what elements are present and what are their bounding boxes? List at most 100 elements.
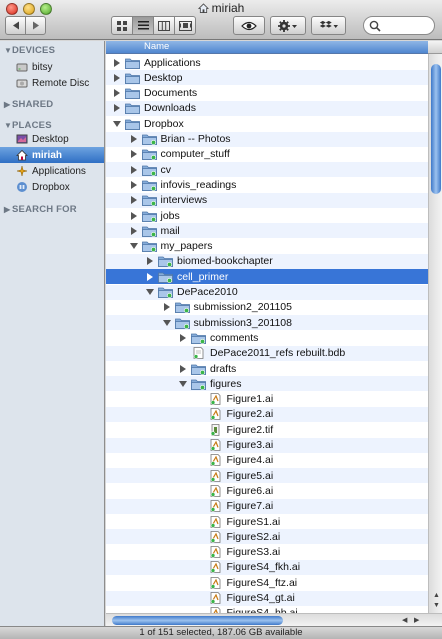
file-row[interactable]: Figure4.ai	[106, 453, 428, 468]
folder-row[interactable]: drafts	[106, 361, 428, 376]
expanded-triangle-icon[interactable]	[112, 119, 122, 129]
folder-row[interactable]: DePace2010	[106, 284, 428, 300]
file-row[interactable]: FigureS2.ai	[106, 529, 428, 545]
collapsed-triangle-icon[interactable]	[129, 134, 139, 144]
collapsed-triangle-icon[interactable]	[145, 272, 155, 282]
expanded-triangle-icon[interactable]	[178, 379, 188, 389]
forward-button[interactable]	[25, 16, 46, 35]
horizontal-scrollbar[interactable]: ◀ ▶	[106, 613, 442, 626]
window-title: miriah	[0, 1, 442, 15]
sidebar-section-search-for[interactable]: ▶ SEARCH FOR	[4, 204, 77, 215]
disk-icon	[16, 63, 28, 72]
file-row[interactable]: Figure5.ai	[106, 468, 428, 484]
collapsed-triangle-icon[interactable]	[112, 73, 122, 83]
folder-row[interactable]: Documents	[106, 86, 428, 101]
row-label: Figure1.ai	[226, 393, 274, 406]
sidebar-item-desktop[interactable]: Desktop	[0, 131, 104, 147]
folder-row[interactable]: submission2_201105	[106, 300, 428, 315]
sidebar-item-label: bitsy	[32, 61, 53, 73]
expanded-triangle-icon[interactable]	[129, 241, 139, 251]
collapsed-triangle-icon[interactable]	[129, 211, 139, 221]
folder-row[interactable]: biomed-bookchapter	[106, 253, 428, 269]
folder-row[interactable]: Applications	[106, 55, 428, 70]
scroll-up-arrow-icon[interactable]: ▲	[433, 592, 440, 599]
file-row[interactable]: FigureS4_gt.ai	[106, 590, 428, 606]
folder-row[interactable]: mail	[106, 223, 428, 239]
expanded-triangle-icon[interactable]	[145, 287, 155, 297]
file-row[interactable]: Figure2.ai	[106, 406, 428, 422]
column-view-button[interactable]	[153, 16, 175, 35]
file-row[interactable]: FigureS4_ftz.ai	[106, 575, 428, 590]
collapsed-triangle-icon[interactable]	[129, 165, 139, 175]
sidebar-section-shared[interactable]: ▶ SHARED	[4, 99, 53, 110]
coverflow-view-button[interactable]	[174, 16, 196, 35]
action-menu-button[interactable]	[270, 16, 306, 35]
collapsed-triangle-icon[interactable]	[162, 302, 172, 312]
collapsed-triangle-icon[interactable]	[129, 226, 139, 236]
collapsed-triangle-icon[interactable]	[178, 333, 188, 343]
folder-row[interactable]: jobs	[106, 208, 428, 223]
folder-row[interactable]: Brian -- Photos	[106, 131, 428, 147]
collapsed-triangle-icon[interactable]	[112, 58, 122, 68]
eye-icon	[241, 21, 257, 30]
icon-view-button[interactable]	[111, 16, 133, 35]
folder-row[interactable]: figures	[106, 376, 428, 392]
back-button[interactable]	[5, 16, 26, 35]
collapsed-triangle-icon[interactable]	[178, 364, 188, 374]
file-row[interactable]: Figure1.ai	[106, 392, 428, 407]
sidebar-item-remote-disc[interactable]: Remote Disc	[0, 75, 104, 91]
folder-row[interactable]: infovis_readings	[106, 177, 428, 192]
sidebar-item-miriah[interactable]: miriah	[0, 147, 104, 163]
folder-row[interactable]: submission3_201108	[106, 315, 428, 331]
horizontal-scroll-thumb[interactable]	[112, 616, 283, 625]
folder-row[interactable]: Desktop	[106, 70, 428, 86]
search-field[interactable]	[363, 16, 435, 35]
file-row[interactable]: DePace2011_refs rebuilt.bdb	[106, 345, 428, 361]
collapsed-triangle-icon[interactable]	[145, 256, 155, 266]
name-column-header[interactable]: Name	[106, 41, 428, 54]
folder-icon	[125, 73, 140, 84]
collapsed-triangle-icon[interactable]	[129, 149, 139, 159]
file-row[interactable]: FigureS1.ai	[106, 514, 428, 529]
list-view-button[interactable]	[132, 16, 154, 35]
sidebar-section-devices[interactable]: ▼DEVICES	[4, 45, 55, 56]
collapsed-triangle-icon[interactable]	[129, 180, 139, 190]
folder-row[interactable]: computer_stuff	[106, 147, 428, 162]
quicklook-button[interactable]	[233, 16, 265, 35]
folder-row[interactable]: cv	[106, 162, 428, 178]
sidebar-section-places[interactable]: ▼PLACES	[4, 120, 52, 131]
file-row[interactable]: Figure6.ai	[106, 483, 428, 498]
file-row[interactable]: FigureS4_fkh.ai	[106, 559, 428, 575]
folder-icon	[141, 211, 157, 222]
row-label: comments	[210, 331, 259, 344]
file-row[interactable]: FigureS3.ai	[106, 545, 428, 560]
vertical-scroll-thumb[interactable]	[431, 64, 441, 194]
sidebar-item-dropbox[interactable]: Dropbox	[0, 179, 104, 195]
collapsed-triangle-icon[interactable]	[112, 88, 122, 98]
sidebar-item-bitsy[interactable]: bitsy	[0, 59, 104, 75]
folder-row[interactable]: interviews	[106, 192, 428, 208]
folder-row[interactable]: comments	[106, 330, 428, 345]
file-row[interactable]: Figure2.tif	[106, 422, 428, 437]
folder-row[interactable]: cell_primer	[106, 269, 428, 285]
row-label: FigureS4_ftz.ai	[226, 576, 298, 589]
vertical-scrollbar[interactable]: ▲ ▼	[428, 54, 442, 613]
folder-row[interactable]: my_papers	[106, 239, 428, 254]
expanded-triangle-icon[interactable]	[162, 318, 172, 328]
collapsed-triangle-icon[interactable]	[112, 103, 122, 113]
dropbox-menu-button[interactable]	[311, 16, 346, 35]
scroll-left-arrow-icon[interactable]: ◀	[402, 616, 407, 624]
folder-icon	[141, 241, 157, 253]
scroll-down-arrow-icon[interactable]: ▼	[433, 602, 440, 609]
sidebar-item-applications[interactable]: Applications	[0, 163, 104, 179]
folder-icon	[158, 287, 173, 298]
row-label: DePace2010	[177, 286, 238, 298]
file-row[interactable]: Figure3.ai	[106, 437, 428, 453]
folder-row[interactable]: Dropbox	[106, 116, 428, 131]
row-label: my_papers	[160, 240, 213, 253]
folder-row[interactable]: Downloads	[106, 100, 428, 116]
scroll-right-arrow-icon[interactable]: ▶	[414, 616, 419, 624]
file-row[interactable]: Figure7.ai	[106, 498, 428, 514]
collapsed-triangle-icon[interactable]	[129, 195, 139, 205]
